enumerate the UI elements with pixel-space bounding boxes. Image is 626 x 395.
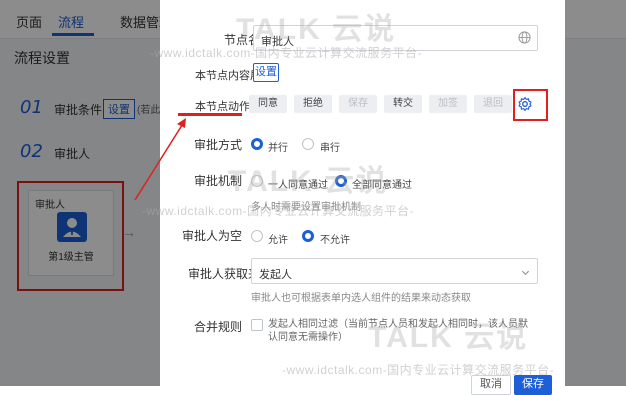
watermark-brand: TALK 云说 (236, 13, 397, 46)
watermark-brand: TALK 云说 (228, 165, 389, 198)
watermark-brand: TALK 云说 (368, 321, 529, 354)
watermark-url: -www.idctalk.com-国内专业云计算交流服务平台- (142, 204, 415, 218)
watermark-url: -www.idctalk.com-国内专业云计算交流服务平台- (282, 363, 555, 377)
watermark-url: -www.idctalk.com-国内专业云计算交流服务平台- (150, 46, 423, 60)
